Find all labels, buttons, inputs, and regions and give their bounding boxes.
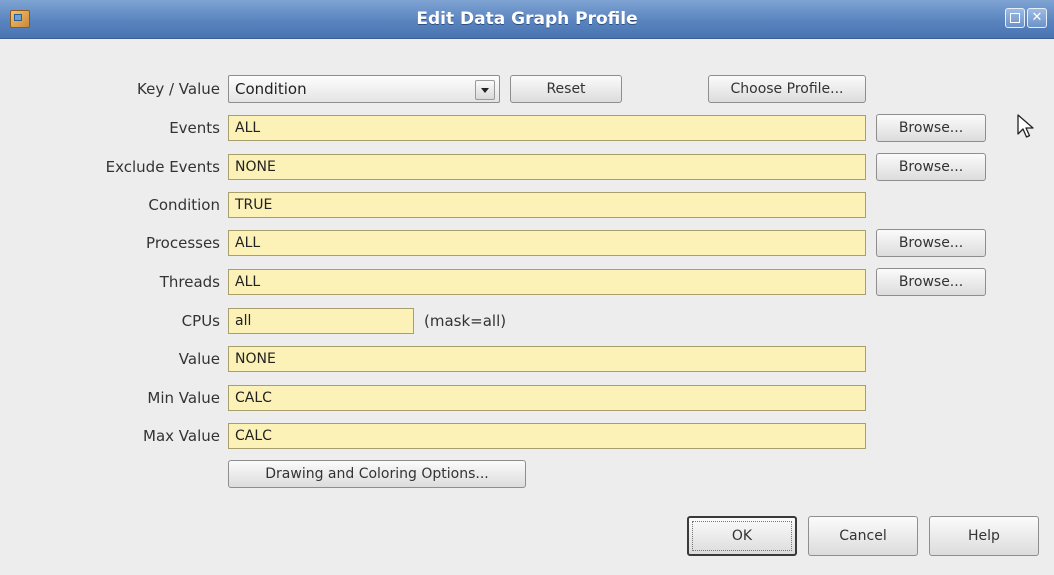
min-value-label: Min Value bbox=[147, 389, 220, 407]
processes-field[interactable]: ALL bbox=[228, 230, 866, 256]
cancel-button[interactable]: Cancel bbox=[808, 516, 918, 556]
events-label: Events bbox=[169, 119, 220, 137]
close-button[interactable]: ✕ bbox=[1027, 8, 1047, 28]
min-value-field[interactable]: CALC bbox=[228, 385, 866, 411]
threads-label: Threads bbox=[159, 273, 220, 291]
mouse-pointer-icon bbox=[1017, 114, 1034, 138]
cpus-field[interactable]: all bbox=[228, 308, 414, 334]
threads-browse-button[interactable]: Browse... bbox=[876, 268, 986, 296]
events-field[interactable]: ALL bbox=[228, 115, 866, 141]
key-value-select[interactable]: Condition bbox=[228, 75, 500, 103]
maximize-button[interactable] bbox=[1005, 8, 1025, 28]
help-button[interactable]: Help bbox=[929, 516, 1039, 556]
max-value-label: Max Value bbox=[143, 427, 220, 445]
condition-label: Condition bbox=[148, 196, 220, 214]
value-label: Value bbox=[178, 350, 220, 368]
events-browse-button[interactable]: Browse... bbox=[876, 114, 986, 142]
dropdown-arrow-icon[interactable] bbox=[475, 80, 495, 100]
key-value-label: Key / Value bbox=[137, 80, 220, 98]
ok-button[interactable]: OK bbox=[687, 516, 797, 556]
window-title: Edit Data Graph Profile bbox=[416, 9, 638, 29]
exclude-events-field[interactable]: NONE bbox=[228, 154, 866, 180]
threads-field[interactable]: ALL bbox=[228, 269, 866, 295]
cpu-mask-note: (mask=all) bbox=[424, 312, 507, 330]
processes-browse-button[interactable]: Browse... bbox=[876, 229, 986, 257]
close-icon: ✕ bbox=[1031, 10, 1043, 25]
drawing-coloring-options-button[interactable]: Drawing and Coloring Options... bbox=[228, 460, 526, 488]
condition-field[interactable]: TRUE bbox=[228, 192, 866, 218]
key-value-selected: Condition bbox=[235, 80, 307, 98]
exclude-events-label: Exclude Events bbox=[105, 158, 220, 176]
max-value-field[interactable]: CALC bbox=[228, 423, 866, 449]
exclude-events-browse-button[interactable]: Browse... bbox=[876, 153, 986, 181]
maximize-icon bbox=[1010, 13, 1020, 23]
processes-label: Processes bbox=[146, 234, 220, 252]
title-bar[interactable]: Edit Data Graph Profile ✕ bbox=[0, 0, 1054, 39]
choose-profile-button[interactable]: Choose Profile... bbox=[708, 75, 866, 103]
reset-button[interactable]: Reset bbox=[510, 75, 622, 103]
cpus-label: CPUs bbox=[181, 312, 220, 330]
value-field[interactable]: NONE bbox=[228, 346, 866, 372]
